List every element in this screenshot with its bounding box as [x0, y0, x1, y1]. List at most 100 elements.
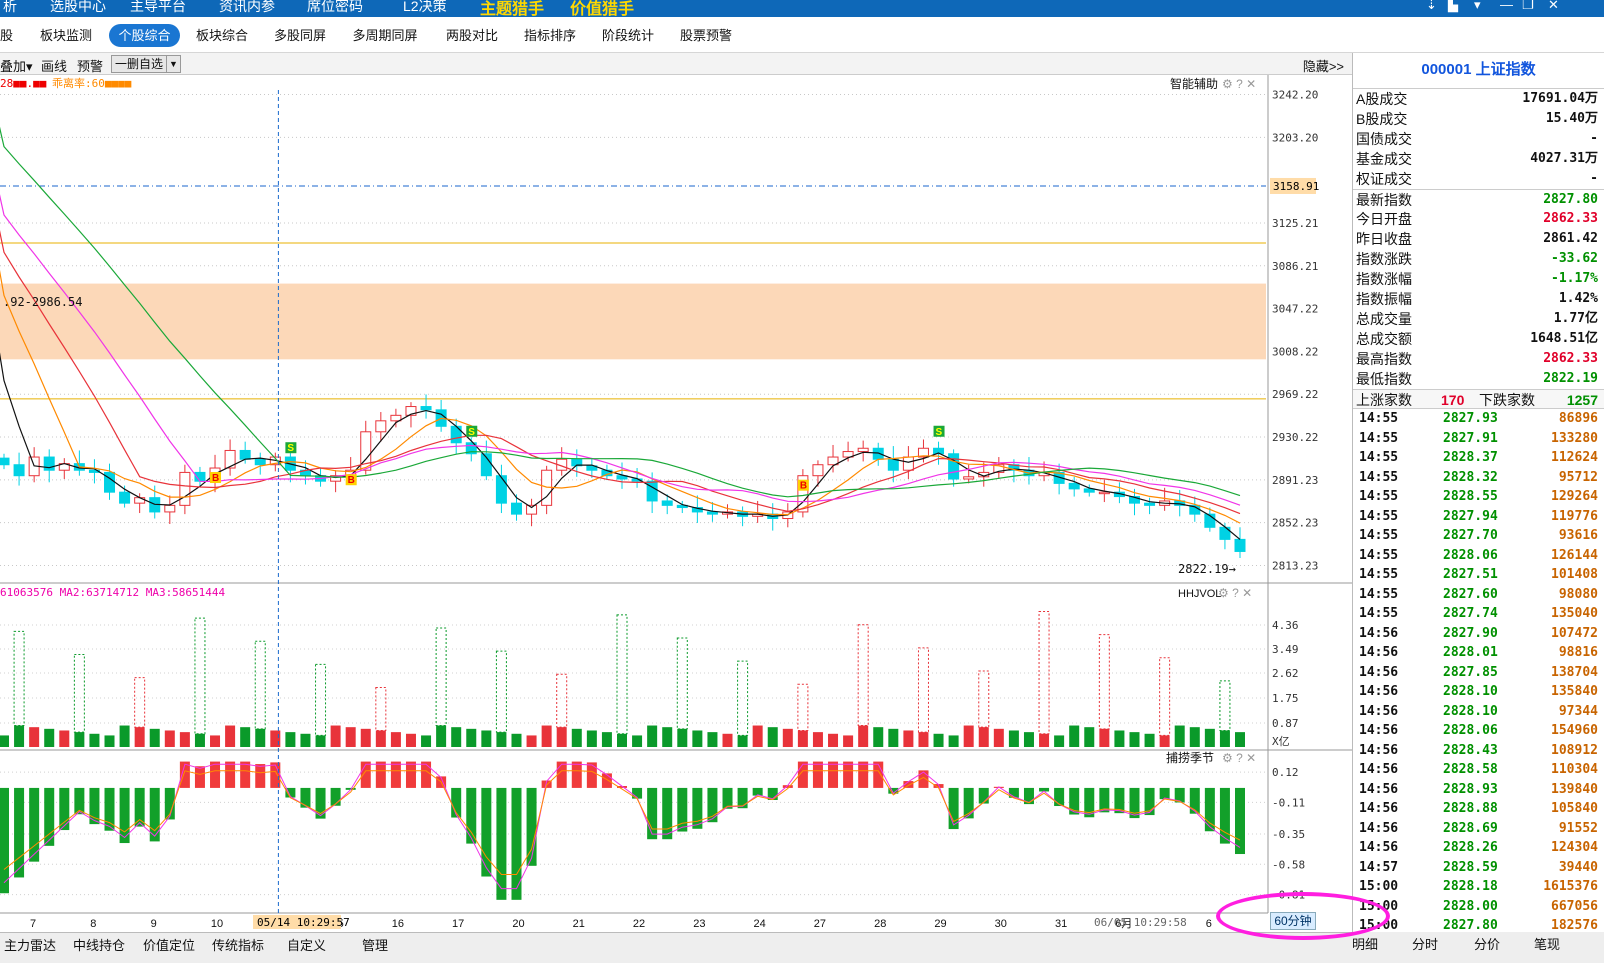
tab-item[interactable]: 股: [0, 24, 13, 47]
bottom-indicator-tabs: 主力雷达 中线持仓 价值定位 传统指标 自定义 管理: [0, 932, 1352, 963]
tab-item[interactable]: 多周期同屏: [346, 24, 424, 47]
oscillator-bar: [360, 761, 371, 788]
tab-item[interactable]: 两股对比: [440, 24, 504, 47]
toolbar-button[interactable]: 画线: [41, 56, 67, 75]
right-bottom-tab[interactable]: 明细: [1352, 934, 1378, 953]
tab-item[interactable]: 个股综合: [109, 24, 180, 47]
hide-panel-button[interactable]: 隐藏>>: [1303, 56, 1344, 75]
candle-body: [963, 476, 975, 480]
x-tick-label: 31: [1055, 918, 1067, 930]
oscillator-bar: [255, 764, 266, 788]
oscillator-bar: [481, 787, 492, 877]
candle-body: [872, 447, 884, 460]
tick-list[interactable]: 14:55 2827.93 86896 14:55 2827.91 133280 14:55…: [1353, 409, 1604, 936]
quote-value: -: [1590, 131, 1598, 146]
quote-label: 总成交量: [1356, 311, 1412, 327]
top-menu-item[interactable]: 席位密码: [307, 0, 363, 16]
right-bottom-tab[interactable]: 笔现: [1534, 934, 1560, 953]
volume-bar: [1114, 730, 1125, 747]
top-menu-highlight[interactable]: 价值猎手: [570, 0, 634, 17]
top-menu-item[interactable]: 资讯内参: [219, 0, 275, 16]
gear-icon[interactable]: ⚙ ? ✕: [1218, 586, 1252, 600]
tick-time: 14:55: [1359, 430, 1399, 446]
home-icon[interactable]: ▙: [1448, 0, 1458, 13]
price-highlight-label: 3158.91: [1273, 180, 1319, 193]
oscillator-bar: [1054, 787, 1065, 807]
bottom-tab[interactable]: 主力雷达: [4, 935, 56, 954]
tick-row: 14:56 2828.88 105840: [1353, 799, 1604, 819]
volume-outline-bar: [435, 627, 447, 727]
bottom-tab[interactable]: 中线持仓: [73, 935, 125, 954]
tab-item[interactable]: 阶段统计: [596, 24, 660, 47]
tick-volume: 107472: [1551, 625, 1598, 641]
right-bottom-tab[interactable]: 分价: [1474, 934, 1500, 953]
chevron-down-icon[interactable]: ▼: [166, 56, 180, 72]
y-tick-label: 3125.21: [1272, 217, 1318, 230]
gear-icon[interactable]: ⚙ ? ✕: [1222, 751, 1256, 765]
oscillator-bar: [330, 787, 341, 806]
gear-icon[interactable]: ⚙ ? ✕: [1222, 77, 1256, 91]
bottom-tab[interactable]: 自定义: [287, 935, 326, 954]
top-menu-item[interactable]: 选股中心: [50, 0, 106, 16]
volume-bar: [255, 728, 266, 747]
bottom-tab[interactable]: 传统指标: [212, 935, 264, 954]
tick-volume: 667056: [1551, 898, 1598, 914]
tick-price: 2827.60: [1443, 586, 1498, 602]
volume-bar: [1129, 732, 1140, 747]
quote-value: 2861.42: [1543, 231, 1598, 246]
x-tick-label: 7: [30, 918, 36, 930]
oscillator-bar: [828, 761, 839, 788]
tick-row: 14:56 2828.93 139840: [1353, 780, 1604, 800]
tab-item[interactable]: 板块监测: [33, 24, 99, 47]
oscillator-bar: [225, 761, 236, 788]
candle-body: [646, 480, 658, 502]
buy-signal-label: B: [800, 481, 807, 492]
minimize-icon[interactable]: —: [1500, 0, 1513, 12]
quote-row: 基金成交 4027.31万: [1353, 149, 1604, 169]
tick-time: 14:55: [1359, 489, 1399, 504]
candle-body: [526, 504, 538, 515]
y-tick-label: -0.58: [1272, 858, 1305, 871]
low-price-note: 2822.19→: [1178, 562, 1236, 576]
volume-bar: [1174, 725, 1185, 747]
x-tick-label: 16: [392, 918, 404, 930]
bottom-tab[interactable]: 管理: [362, 935, 388, 954]
watchlist-select[interactable]: 一删自选 ▼: [111, 55, 181, 73]
chart-area[interactable]: 3242.20 3203.20 3125.21 3086.21 3047.22 3008.…: [0, 75, 1352, 932]
tab-item[interactable]: 指标排序: [518, 24, 582, 47]
tick-price: 2828.37: [1443, 450, 1498, 465]
tick-price: 2827.70: [1443, 528, 1498, 543]
index-code: 000001: [1421, 61, 1472, 78]
candle-body: [134, 497, 146, 504]
tab-item[interactable]: 多股同屏: [268, 24, 332, 47]
top-menu-item[interactable]: 主导平台: [130, 0, 186, 16]
dropdown-icon[interactable]: ▾: [1474, 0, 1481, 13]
oscillator-bar: [586, 762, 597, 788]
quote-label: 昨日收盘: [1356, 231, 1412, 247]
quote-value: 4027.31万: [1530, 151, 1598, 166]
bottom-tab[interactable]: 价值定位: [143, 935, 195, 954]
candle-body: [887, 458, 899, 471]
toolbar-button[interactable]: 预警: [77, 56, 103, 75]
tab-item[interactable]: 板块综合: [190, 24, 254, 47]
up-count-value: 170: [1441, 392, 1465, 408]
tick-time: 14:56: [1359, 684, 1399, 699]
candle-body: [450, 425, 462, 444]
y-tick-label: 2891.23: [1272, 474, 1318, 487]
top-menu-item[interactable]: L2决策: [403, 0, 447, 16]
volume-bar: [888, 728, 899, 747]
tab-item[interactable]: 股票预警: [674, 24, 738, 47]
tick-row: 14:55 2827.60 98080: [1353, 585, 1604, 605]
volume-bar: [0, 735, 9, 747]
right-bottom-tab[interactable]: 分时: [1412, 934, 1438, 953]
volume-outline-bar: [73, 653, 85, 733]
download-icon[interactable]: ⇣: [1426, 0, 1437, 13]
top-menu-item[interactable]: 析: [3, 0, 17, 16]
top-menu-highlight[interactable]: 主题猎手: [480, 0, 544, 17]
y-tick-label: 2930.22: [1272, 431, 1318, 444]
tick-volume: 133280: [1551, 430, 1598, 446]
quote-label: 最低指数: [1356, 371, 1412, 387]
toolbar-button[interactable]: 叠加▾: [0, 56, 33, 75]
restore-icon[interactable]: ❐: [1522, 0, 1534, 13]
close-icon[interactable]: ✕: [1548, 0, 1559, 13]
